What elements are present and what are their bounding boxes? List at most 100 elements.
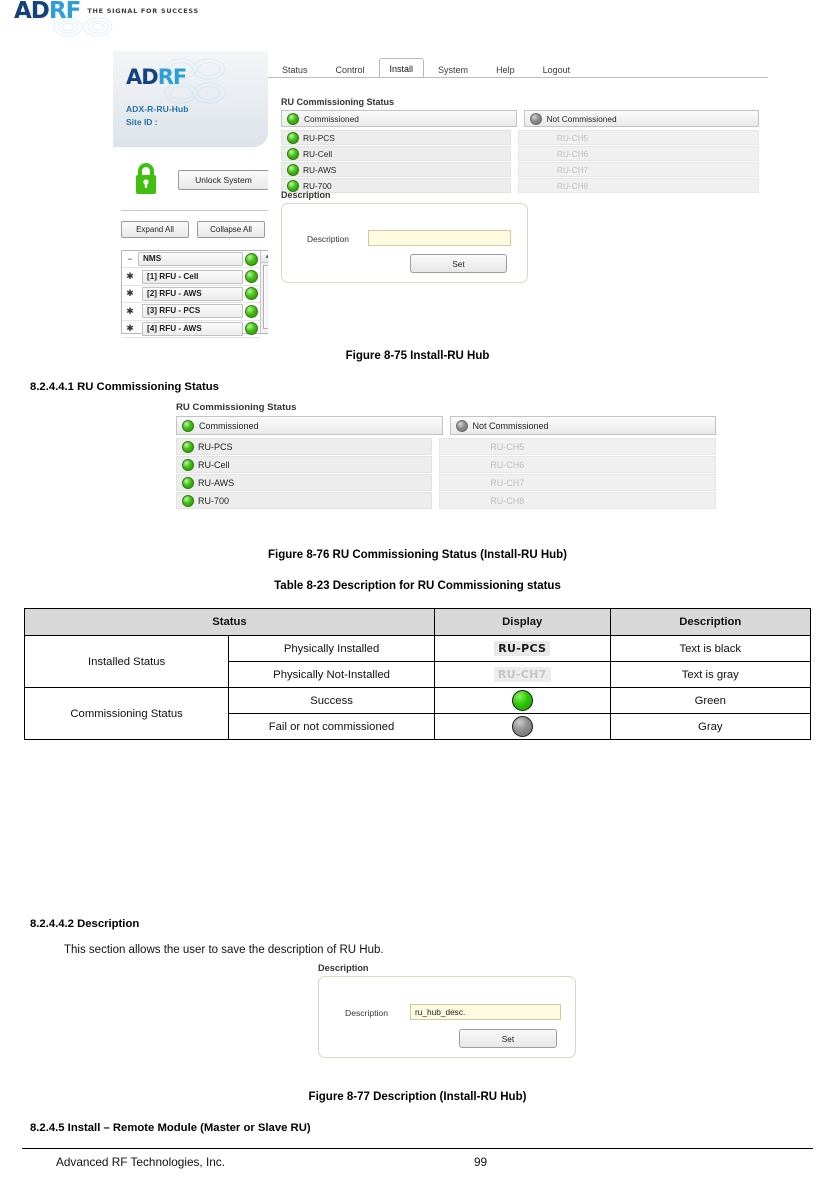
app-content-pane: Status Control Install System Help Logou… (268, 51, 768, 335)
ru-name-label: RU-PCS (198, 441, 233, 452)
table-row: RU-700 RU-CH8 (176, 492, 716, 509)
tree-item-rfu-3[interactable]: ✱ [3] RFU - PCS (122, 303, 260, 321)
tree-leaf-icon: ✱ (126, 305, 134, 316)
footer-divider (22, 1148, 813, 1150)
table-row[interactable]: RU-AWS RU-CH7 (281, 162, 759, 177)
description-cell: Text is gray (609, 661, 812, 688)
tree-status-led-icon (245, 270, 258, 284)
table-8-23-caption: Table 8-23 Description for RU Commission… (274, 580, 561, 592)
ru-name-label: RU-Cell (303, 148, 333, 159)
tab-system[interactable]: System (424, 61, 482, 78)
figure-77-caption: Figure 8-77 Description (Install-RU Hub) (308, 1091, 527, 1103)
group-label-installed-status: Installed Status (23, 635, 230, 688)
figure-install-ru-hub-screenshot: ADRF ADX-R-RU-Hub Site ID : Unlock Syste… (113, 51, 768, 338)
collapse-all-button[interactable]: Collapse All (197, 221, 265, 238)
not-commissioned-cell[interactable]: RU-CH5 (517, 130, 759, 145)
panel-divider (121, 210, 273, 211)
tab-status[interactable]: Status (268, 61, 322, 78)
table-row[interactable]: RU-Cell RU-CH6 (281, 146, 759, 161)
ru-name-label: RU-700 (198, 495, 230, 506)
figure-ru-commissioning-status-detail: RU Commissioning Status Commissioned Not… (176, 402, 716, 509)
condition-cell: Physically Not-Installed (228, 661, 435, 688)
logo-ad-text: AD (14, 0, 50, 24)
gray-led-icon (511, 716, 533, 737)
display-cell: RU-PCS (433, 635, 611, 662)
gray-led-icon (529, 112, 542, 125)
tab-help[interactable]: Help (482, 61, 529, 78)
tree-item-nms[interactable]: − NMS (122, 251, 260, 269)
tab-install[interactable]: Install (378, 58, 425, 78)
tree-leaf-icon: ✱ (126, 271, 134, 282)
tab-logout[interactable]: Logout (529, 61, 585, 78)
set-description-button[interactable]: Set (459, 1029, 557, 1048)
description-section-title: Description (281, 190, 331, 200)
table-header-row: Status Display Description (24, 608, 812, 636)
tree-item-label: NMS (138, 252, 243, 267)
tree-item-rfu-4[interactable]: ✱ [4] RFU - AWS (122, 321, 260, 338)
table-row[interactable]: RU-PCS RU-CH5 (281, 130, 759, 145)
table-row: RU-Cell RU-CH6 (176, 456, 716, 473)
table-description-for-ru-commissioning-status: Status Display Description Installed Sta… (23, 608, 812, 740)
ru-name-label: RU-AWS (303, 164, 337, 175)
padlock-icon (136, 163, 156, 194)
legend-commissioned-label: Commissioned (304, 113, 359, 124)
description-panel: Description ru_hub_desc. Set (318, 976, 576, 1058)
page-header-logo: ADRF THE SIGNAL FOR SUCCESS (14, 0, 434, 40)
table-row: Commissioning Status Success Green (23, 687, 812, 740)
description-field-label: Description (345, 1008, 388, 1018)
condition-cell: Fail or not commissioned (228, 713, 435, 740)
heading-description: 8.2.4.4.2 Description (30, 918, 140, 930)
commissioned-cell[interactable]: RU-PCS (281, 130, 511, 145)
commissioned-cell[interactable]: RU-AWS (281, 162, 511, 177)
tree-item-label: [3] RFU - PCS (142, 304, 243, 319)
description-body-text: This section allows the user to save the… (64, 944, 384, 956)
legend-not-commissioned-label: Not Commissioned (546, 113, 617, 124)
table-row: RU-AWS RU-CH7 (176, 474, 716, 491)
green-led-icon (182, 494, 194, 507)
green-led-icon (287, 163, 299, 176)
legend-not-commissioned: Not Commissioned (523, 110, 759, 127)
tree-item-rfu-2[interactable]: ✱ [2] RFU - AWS (122, 286, 260, 304)
not-commissioned-cell[interactable]: RU-CH7 (517, 162, 759, 177)
legend-commissioned-label: Commissioned (199, 420, 259, 431)
tree-status-led-icon (245, 252, 258, 266)
legend-commissioned: Commissioned (281, 110, 517, 127)
commissioned-cell[interactable]: RU-Cell (281, 146, 511, 161)
tree-status-led-icon (245, 322, 258, 336)
ru-name-label: RU-AWS (198, 477, 235, 488)
not-commissioned-cell[interactable]: RU-CH6 (517, 146, 759, 161)
description-field-label: Description (307, 234, 349, 244)
set-description-button[interactable]: Set (410, 254, 507, 273)
tab-control[interactable]: Control (322, 61, 379, 78)
legend-not-commissioned-label: Not Commissioned (472, 420, 549, 431)
commissioning-legend-row: Commissioned Not Commissioned (281, 110, 759, 127)
ru-commissioning-status-section: RU Commissioning Status Commissioned Not… (281, 97, 759, 193)
site-id-label: Site ID : (126, 117, 158, 127)
expand-all-button[interactable]: Expand All (121, 221, 189, 238)
legend-commissioned: Commissioned (176, 416, 443, 435)
tree-expand-toggle-icon[interactable]: − (122, 254, 138, 264)
device-model-label: ADX-R-RU-Hub (126, 104, 189, 114)
app-logo-ad: AD (126, 65, 159, 89)
not-commissioned-cell: RU-CH8 (439, 492, 716, 509)
column-header-description: Description (609, 608, 812, 636)
fig77-section-title: Description (318, 963, 369, 973)
tree-item-rfu-1[interactable]: ✱ [1] RFU - Cell (122, 268, 260, 286)
commissioned-cell: RU-PCS (176, 438, 433, 455)
figure-76-caption: Figure 8-76 RU Commissioning Status (Ins… (267, 549, 568, 561)
fig76-legend-row: Commissioned Not Commissioned (176, 416, 716, 435)
not-commissioned-cell[interactable]: RU-CH8 (517, 178, 759, 193)
column-header-status: Status (24, 608, 435, 636)
table-row: RU-PCS RU-CH5 (176, 438, 716, 455)
fig76-rows: RU-PCS RU-CH5 RU-Cell RU-CH6 RU-AWS RU-C… (176, 438, 716, 509)
description-input[interactable] (368, 230, 511, 246)
green-led-icon (287, 131, 299, 144)
fig76-section-title: RU Commissioning Status (176, 402, 297, 413)
display-text-black: RU-PCS (494, 641, 551, 656)
not-commissioned-cell: RU-CH5 (439, 438, 716, 455)
description-section: Description Description Set (281, 190, 531, 283)
unlock-system-button[interactable]: Unlock System (178, 170, 269, 190)
description-input[interactable]: ru_hub_desc. (410, 1004, 561, 1020)
main-navigation-tabs: Status Control Install System Help Logou… (268, 57, 768, 78)
footer-page-number: 99 (474, 1155, 488, 1169)
